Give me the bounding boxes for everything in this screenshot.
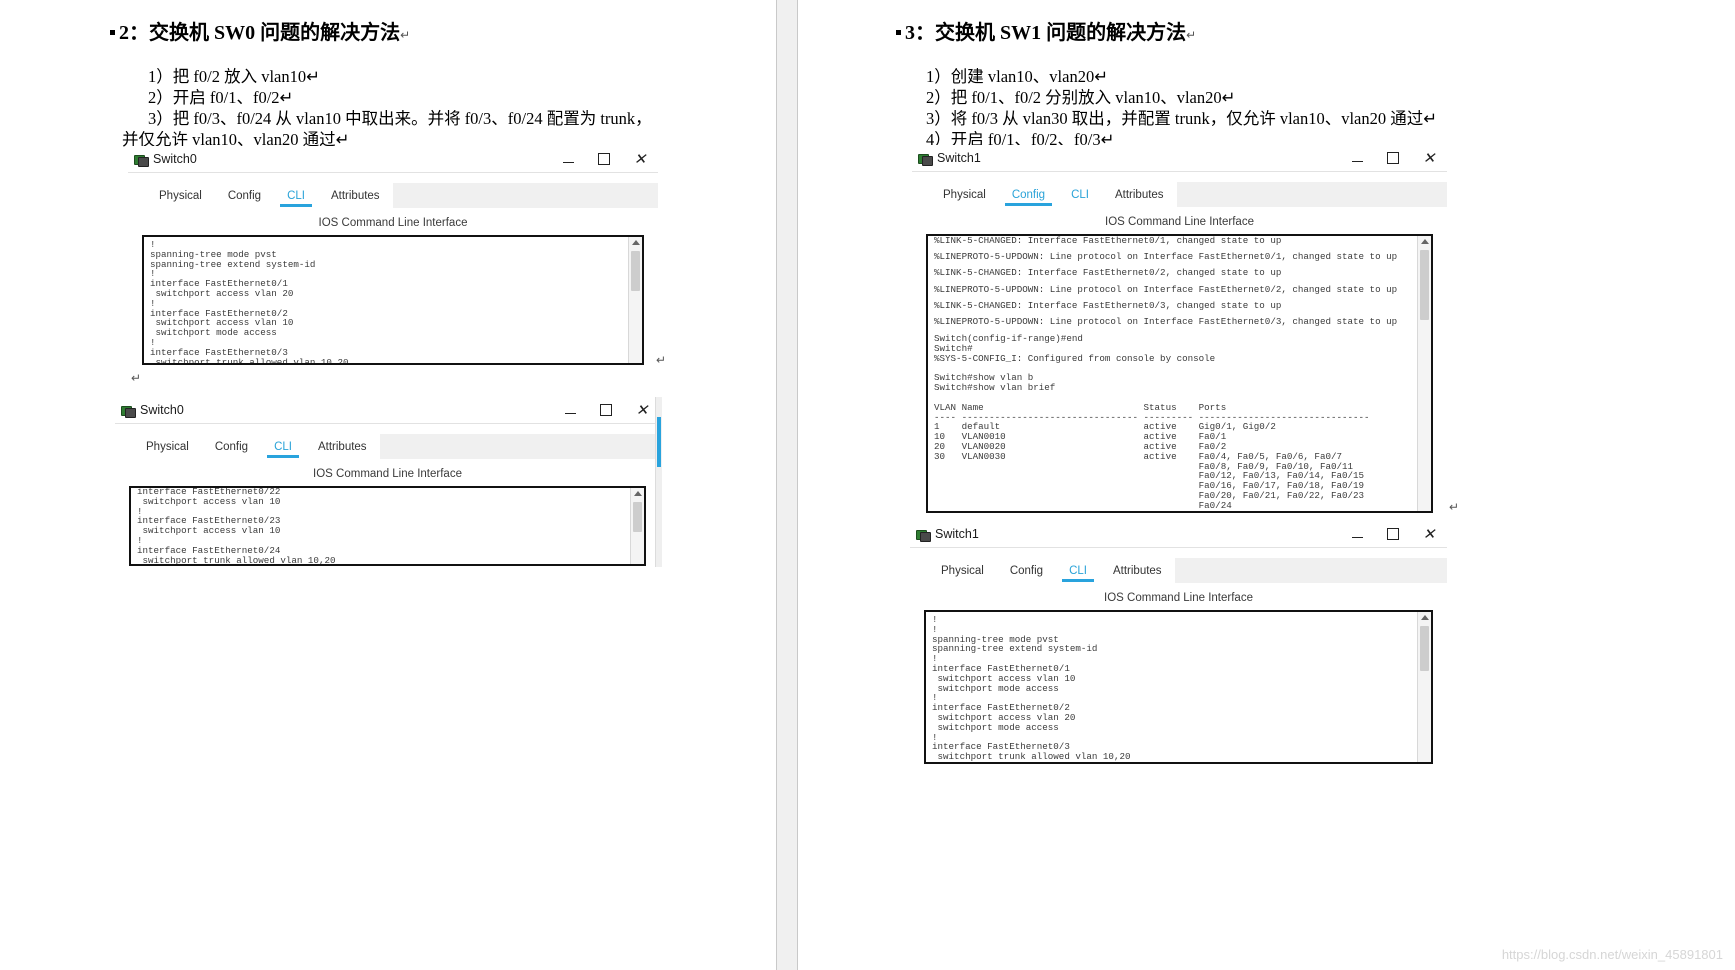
switch1-bottom-tabstrip[interactable]: Physical Config CLI Attributes	[928, 558, 1447, 583]
tab-attributes[interactable]: Attributes	[304, 434, 380, 459]
left-heading-text: 2：交换机 SW0 问题的解决方法	[119, 22, 401, 44]
switch1-top-body: Physical Config CLI Attributes IOS Comma…	[912, 171, 1447, 518]
switch1-top-tabstrip[interactable]: Physical Config CLI Attributes	[930, 182, 1447, 207]
right-step-3: 3）将 f0/3 从 vlan30 取出，并配置 trunk，仅允许 vlan1…	[926, 109, 1438, 128]
tab-config[interactable]: Config	[996, 558, 1057, 583]
switch0-top-tabstrip[interactable]: Physical Config CLI Attributes	[146, 183, 658, 208]
switch0-top-cli-scrollbar[interactable]	[628, 237, 642, 363]
right-page-heading: 3：交换机 SW1 问题的解决方法↵	[896, 16, 1196, 45]
minimize-icon[interactable]	[552, 397, 588, 423]
switch0-top-window-buttons[interactable]: ✕	[550, 146, 658, 172]
tab-attributes[interactable]: Attributes	[1099, 558, 1175, 583]
minimize-icon[interactable]	[550, 146, 586, 172]
switch1-top-cli-log: %LINK-5-CHANGED: Interface FastEthernet0…	[934, 235, 1398, 328]
switch1-bottom-cli-box[interactable]: ! ! spanning-tree mode pvst spanning-tre…	[924, 610, 1433, 764]
left-inline-paragraph-mark-b: ↵	[131, 371, 142, 385]
switch1-top-window[interactable]: Switch1 ✕ Physical Config CLI Attributes	[912, 145, 1447, 518]
switch0-bottom-body: Physical Config CLI Attributes IOS Comma…	[115, 423, 660, 568]
bullet-icon	[110, 30, 115, 36]
tab-cli[interactable]: CLI	[1058, 182, 1102, 207]
left-step-2: 2）开启 f0/1、f0/2↵	[148, 88, 294, 107]
switch0-top-title: Switch0	[153, 152, 197, 166]
left-page-heading: 2：交换机 SW0 问题的解决方法↵	[110, 16, 410, 45]
switch0-bottom-window[interactable]: Switch0 ✕ Physical Config CLI Attributes	[115, 397, 660, 568]
left-inline-paragraph-mark-a: ↵	[656, 353, 667, 367]
close-icon[interactable]: ✕	[622, 146, 658, 172]
maximize-icon[interactable]	[588, 397, 624, 423]
close-icon[interactable]: ✕	[1411, 145, 1447, 171]
minimize-icon[interactable]	[1339, 521, 1375, 547]
switch0-bottom-subtitle: IOS Command Line Interface	[313, 468, 462, 480]
switch1-bottom-title: Switch1	[935, 527, 979, 541]
left-step-3: 3）把 f0/3、f0/24 从 vlan10 中取出来。并将 f0/3、f0/…	[148, 109, 652, 128]
paragraph-mark: ↵	[400, 28, 411, 42]
packet-tracer-device-icon	[916, 528, 931, 542]
right-step-2: 2）把 f0/1、f0/2 分别放入 vlan10、vlan20↵	[926, 88, 1236, 107]
switch0-bottom-cli-scrollbar[interactable]	[630, 488, 644, 564]
tab-config[interactable]: Config	[998, 182, 1059, 207]
right-heading-text: 3：交换机 SW1 问题的解决方法	[905, 22, 1187, 44]
tab-cli[interactable]: CLI	[261, 434, 305, 459]
switch1-bottom-body: Physical Config CLI Attributes IOS Comma…	[910, 547, 1447, 767]
switch0-bottom-titlebar[interactable]: Switch0 ✕	[115, 397, 660, 423]
switch1-top-title: Switch1	[937, 151, 981, 165]
switch1-top-cli-vlan-table: Switch(config-if-range)#end Switch# %SYS…	[934, 333, 1370, 511]
packet-tracer-device-icon	[918, 152, 933, 166]
packet-tracer-device-icon	[134, 153, 149, 167]
switch1-top-cli-box[interactable]: %LINK-5-CHANGED: Interface FastEthernet0…	[926, 234, 1433, 513]
tab-attributes[interactable]: Attributes	[317, 183, 393, 208]
switch0-bottom-window-buttons[interactable]: ✕	[552, 397, 660, 423]
right-document-page: 3：交换机 SW1 问题的解决方法↵ 1）创建 vlan10、vlan20↵ 2…	[798, 0, 1735, 970]
switch1-top-window-buttons[interactable]: ✕	[1339, 145, 1447, 171]
maximize-icon[interactable]	[1375, 521, 1411, 547]
left-step-1: 1）把 f0/2 放入 vlan10↵	[148, 67, 320, 86]
page-gutter	[776, 0, 798, 970]
switch0-bottom-tabstrip[interactable]: Physical Config CLI Attributes	[133, 434, 660, 459]
switch1-bottom-window[interactable]: Switch1 ✕ Physical Config CLI Attributes	[910, 521, 1447, 767]
maximize-icon[interactable]	[1375, 145, 1411, 171]
watermark: https://blog.csdn.net/weixin_45891801	[1501, 947, 1723, 962]
bullet-icon	[896, 30, 901, 36]
tab-config[interactable]: Config	[201, 434, 262, 459]
right-steps-list: 1）创建 vlan10、vlan20↵ 2）把 f0/1、f0/2 分别放入 v…	[926, 66, 1437, 150]
tab-physical[interactable]: Physical	[928, 558, 997, 583]
right-inline-paragraph-mark: ↵	[1449, 500, 1460, 514]
tab-physical[interactable]: Physical	[146, 183, 215, 208]
switch0-top-titlebar[interactable]: Switch0 ✕	[128, 146, 658, 172]
document-page: 2：交换机 SW0 问题的解决方法↵ 1）把 f0/2 放入 vlan10↵ 2…	[0, 0, 1735, 970]
switch0-bottom-title: Switch0	[140, 403, 184, 417]
close-icon[interactable]: ✕	[1411, 521, 1447, 547]
switch0-top-body: Physical Config CLI Attributes IOS Comma…	[128, 172, 658, 369]
switch1-bottom-cli-scrollbar[interactable]	[1417, 612, 1431, 762]
left-page-scrollbar[interactable]	[655, 397, 662, 567]
switch1-top-titlebar[interactable]: Switch1 ✕	[912, 145, 1447, 171]
switch1-top-subtitle: IOS Command Line Interface	[1105, 216, 1254, 228]
switch1-bottom-titlebar[interactable]: Switch1 ✕	[910, 521, 1447, 547]
packet-tracer-device-icon	[121, 404, 136, 418]
minimize-icon[interactable]	[1339, 145, 1375, 171]
tab-physical[interactable]: Physical	[133, 434, 202, 459]
switch1-bottom-window-buttons[interactable]: ✕	[1339, 521, 1447, 547]
switch1-bottom-subtitle: IOS Command Line Interface	[1104, 592, 1253, 604]
tab-cli[interactable]: CLI	[274, 183, 318, 208]
switch0-top-window[interactable]: Switch0 ✕ Physical Config CLI Attributes	[128, 146, 658, 369]
tab-cli[interactable]: CLI	[1056, 558, 1100, 583]
right-step-1: 1）创建 vlan10、vlan20↵	[926, 67, 1109, 86]
switch0-top-cli-text: ! spanning-tree mode pvst spanning-tree …	[150, 239, 349, 365]
switch0-bottom-cli-text: interface FastEthernet0/22 switchport ac…	[137, 486, 336, 566]
left-steps-list: 1）把 f0/2 放入 vlan10↵ 2）开启 f0/1、f0/2↵ 3）把 …	[122, 66, 652, 150]
switch1-top-cli-scrollbar[interactable]	[1417, 236, 1431, 511]
tab-physical[interactable]: Physical	[930, 182, 999, 207]
switch0-top-cli-box[interactable]: ! spanning-tree mode pvst spanning-tree …	[142, 235, 644, 365]
left-document-page: 2：交换机 SW0 问题的解决方法↵ 1）把 f0/2 放入 vlan10↵ 2…	[0, 0, 776, 970]
switch0-top-subtitle: IOS Command Line Interface	[318, 217, 468, 229]
tab-config[interactable]: Config	[214, 183, 275, 208]
switch0-bottom-cli-box[interactable]: interface FastEthernet0/22 switchport ac…	[129, 486, 646, 566]
maximize-icon[interactable]	[586, 146, 622, 172]
paragraph-mark: ↵	[1186, 28, 1197, 42]
page-divider-left	[776, 0, 777, 970]
switch1-bottom-cli-text: ! ! spanning-tree mode pvst spanning-tre…	[932, 614, 1131, 763]
tab-attributes[interactable]: Attributes	[1101, 182, 1177, 207]
